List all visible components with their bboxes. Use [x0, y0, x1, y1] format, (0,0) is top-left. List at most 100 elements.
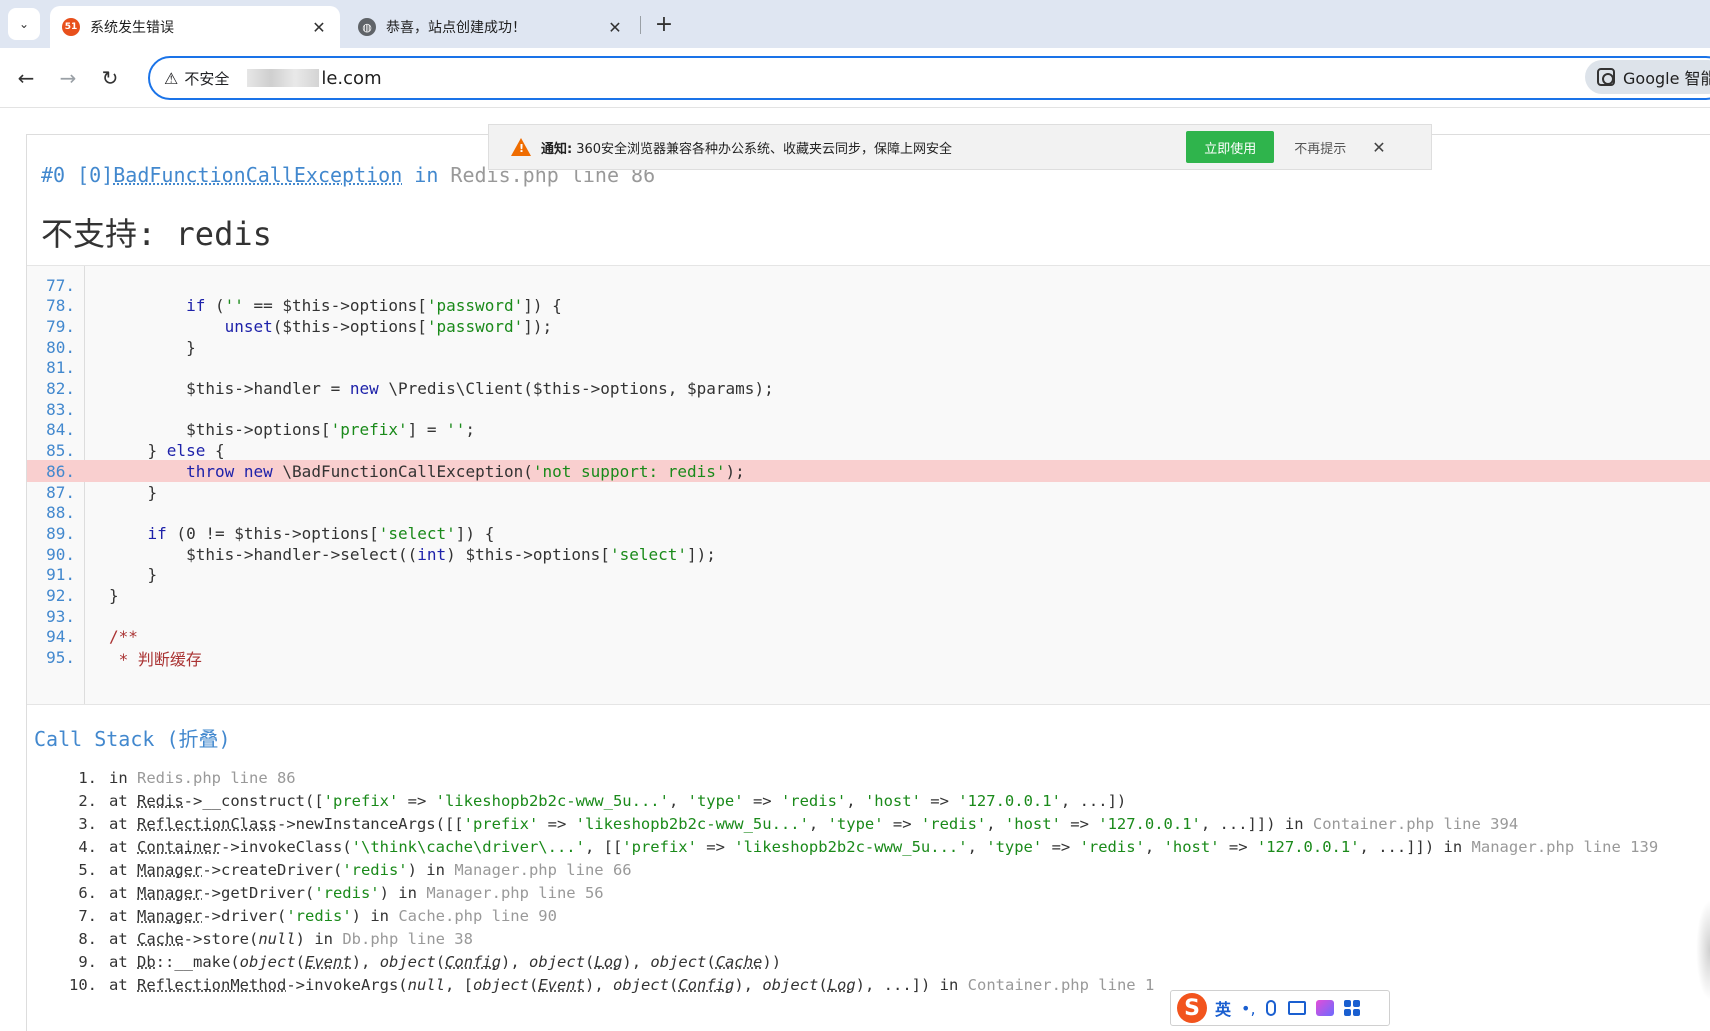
call-stack-number: 5. — [78, 860, 97, 879]
chevron-down-icon: ⌄ — [18, 17, 30, 31]
call-stack-number: 3. — [78, 814, 97, 833]
call-stack-row: 5. at Manager->createDriver('redis') in M… — [27, 857, 1710, 882]
line-number: 92. — [46, 586, 75, 605]
url-text[interactable]: le.com — [321, 68, 381, 89]
dont-remind-link[interactable]: 不再提示 — [1294, 138, 1346, 157]
call-stack-text: at Manager->getDriver('redis') in Manage… — [109, 883, 604, 902]
call-stack-number: 8. — [78, 929, 97, 948]
toolbox-icon[interactable] — [1343, 1000, 1360, 1016]
tab-bar: ⌄ 51 系统发生错误 ✕ ◍ 恭喜，站点创建成功！ ✕ + — [0, 0, 1710, 48]
call-stack-toggle[interactable]: Call Stack (折叠) — [34, 723, 231, 752]
tab-error-page[interactable]: 51 系统发生错误 ✕ — [50, 6, 340, 48]
not-secure-label[interactable]: 不安全 — [184, 68, 229, 89]
source-line: 83. — [27, 398, 1710, 420]
source-line: 85. } else { — [27, 440, 1710, 462]
ime-language-toggle[interactable]: 英 — [1215, 996, 1231, 1020]
call-stack-text: at Db::__make(object(Event), object(Conf… — [109, 952, 782, 971]
call-stack-number: 2. — [78, 791, 97, 810]
source-line: 92.} — [27, 585, 1710, 607]
address-bar[interactable]: ⚠ 不安全 le.com — [148, 56, 1710, 100]
line-number: 78. — [46, 296, 75, 316]
tab-site-created[interactable]: ◍ 恭喜，站点创建成功！ ✕ — [346, 6, 636, 48]
lens-icon — [1597, 68, 1615, 86]
ime-toolbar: S 英 •, — [1170, 990, 1390, 1026]
line-number: 91. — [46, 565, 75, 585]
microphone-icon[interactable] — [1265, 1000, 1276, 1016]
source-line: 93. — [27, 605, 1710, 627]
call-stack-number: 6. — [78, 883, 97, 902]
source-line: 81. — [27, 357, 1710, 379]
line-code: } — [109, 337, 196, 357]
close-tab-icon[interactable]: ✕ — [310, 18, 328, 37]
exception-class[interactable]: BadFunctionCallException — [113, 163, 402, 187]
call-stack-number: 10. — [69, 975, 97, 994]
line-number: 86. — [46, 461, 75, 481]
source-code-view: 77. 78. if ('' == $this->options['passwor… — [27, 265, 1710, 705]
source-line: 91. } — [27, 564, 1710, 586]
call-stack-text: at Redis->__construct(['prefix' => 'like… — [109, 791, 1127, 810]
use-now-button[interactable]: 立即使用 — [1186, 131, 1275, 163]
line-number: 85. — [46, 441, 75, 461]
call-stack-number: 7. — [78, 906, 97, 925]
exception-panel: #0 [0]BadFunctionCallException in Redis.… — [26, 134, 1710, 1031]
back-arrow-icon[interactable]: ← — [12, 64, 40, 92]
call-stack-row: 8. at Cache->store(null) in Db.php line 3… — [27, 926, 1710, 951]
call-stack-row: 1. in Redis.php line 86 — [27, 765, 1710, 790]
line-number: 77. — [46, 275, 75, 295]
redacted-url-part — [247, 69, 320, 87]
source-line: 94. /** — [27, 626, 1710, 648]
forward-arrow-icon[interactable]: → — [54, 64, 82, 92]
line-number: 83. — [46, 399, 75, 419]
line-code: } else { — [109, 441, 225, 461]
skin-icon[interactable] — [1315, 1000, 1334, 1016]
source-line: 79. unset($this->options['password']); — [27, 315, 1710, 337]
call-stack-text: at ReflectionClass->newInstanceArgs([['p… — [109, 814, 1519, 833]
google-pill-label: Google 智能 — [1623, 69, 1710, 88]
call-stack-row: 9. at Db::__make(object(Event), object(Co… — [27, 949, 1710, 974]
line-code: if (0 != $this->options['select']) { — [147, 523, 495, 543]
tab-title: 系统发生错误 — [90, 20, 174, 36]
warning-icon: ⚠ — [164, 68, 179, 88]
line-code: $this->handler = new \Predis\Client($thi… — [186, 379, 774, 398]
line-code: /** — [109, 627, 138, 647]
line-code: } — [109, 586, 119, 605]
exception-in: in — [414, 163, 439, 187]
line-number: 90. — [46, 544, 75, 564]
line-number: 95. — [46, 648, 75, 668]
source-line: 77. — [27, 274, 1710, 296]
call-stack-row: 4. at Container->invokeClass('\think\cach… — [27, 834, 1710, 859]
call-stack-text: at Manager->createDriver('redis') in Man… — [109, 860, 632, 879]
notification-label: 通知: — [541, 141, 573, 157]
call-stack-text: at Cache->store(null) in Db.php line 38 — [109, 929, 473, 948]
line-code: unset($this->options['password']); — [224, 316, 553, 336]
line-number: 81. — [46, 358, 75, 378]
tab-search-button[interactable]: ⌄ — [8, 8, 40, 40]
sogou-logo-icon[interactable]: S — [1177, 993, 1207, 1023]
source-line: 95. * 判断缓存 — [27, 647, 1710, 669]
line-number: 89. — [46, 523, 75, 543]
line-code: if ('' == $this->options['password']) { — [186, 296, 562, 316]
line-code: * 判断缓存 — [118, 649, 202, 669]
keyboard-icon[interactable] — [1287, 1001, 1306, 1015]
close-icon[interactable]: ✕ — [1372, 138, 1385, 157]
source-line: 78. if ('' == $this->options['password']… — [27, 295, 1710, 317]
source-line: 82. $this->handler = new \Predis\Client(… — [27, 378, 1710, 400]
browser-toolbar: ← → ↻ ⚠ 不安全 le.com — [0, 48, 1710, 108]
exception-index: #0 [0] — [41, 163, 114, 187]
call-stack-text: at ReflectionMethod->invokeArgs(null, [o… — [109, 975, 1155, 994]
line-code: $this->options['prefix'] = ''; — [186, 420, 476, 440]
line-number: 79. — [46, 316, 75, 336]
ime-punctuation-toggle[interactable]: •, — [1241, 999, 1256, 1018]
line-code: throw new \BadFunctionCallException('not… — [186, 461, 745, 481]
new-tab-button[interactable]: + — [650, 10, 678, 38]
line-number: 94. — [46, 627, 75, 647]
google-lens-button[interactable]: Google 智能 — [1585, 60, 1710, 94]
call-stack-text: at Container->invokeClass('\think\cache\… — [109, 837, 1659, 856]
site-51-icon: 51 — [62, 18, 80, 36]
notification-bar: ! 通知: 360安全浏览器兼容各种办公系统、收藏夹云同步，保障上网安全 立即使… — [488, 124, 1432, 170]
close-tab-icon[interactable]: ✕ — [606, 18, 624, 37]
source-line: 89. if (0 != $this->options['select']) { — [27, 522, 1710, 544]
line-code: } — [109, 482, 158, 502]
tab-title: 恭喜，站点创建成功！ — [386, 20, 526, 36]
reload-icon[interactable]: ↻ — [96, 64, 124, 92]
